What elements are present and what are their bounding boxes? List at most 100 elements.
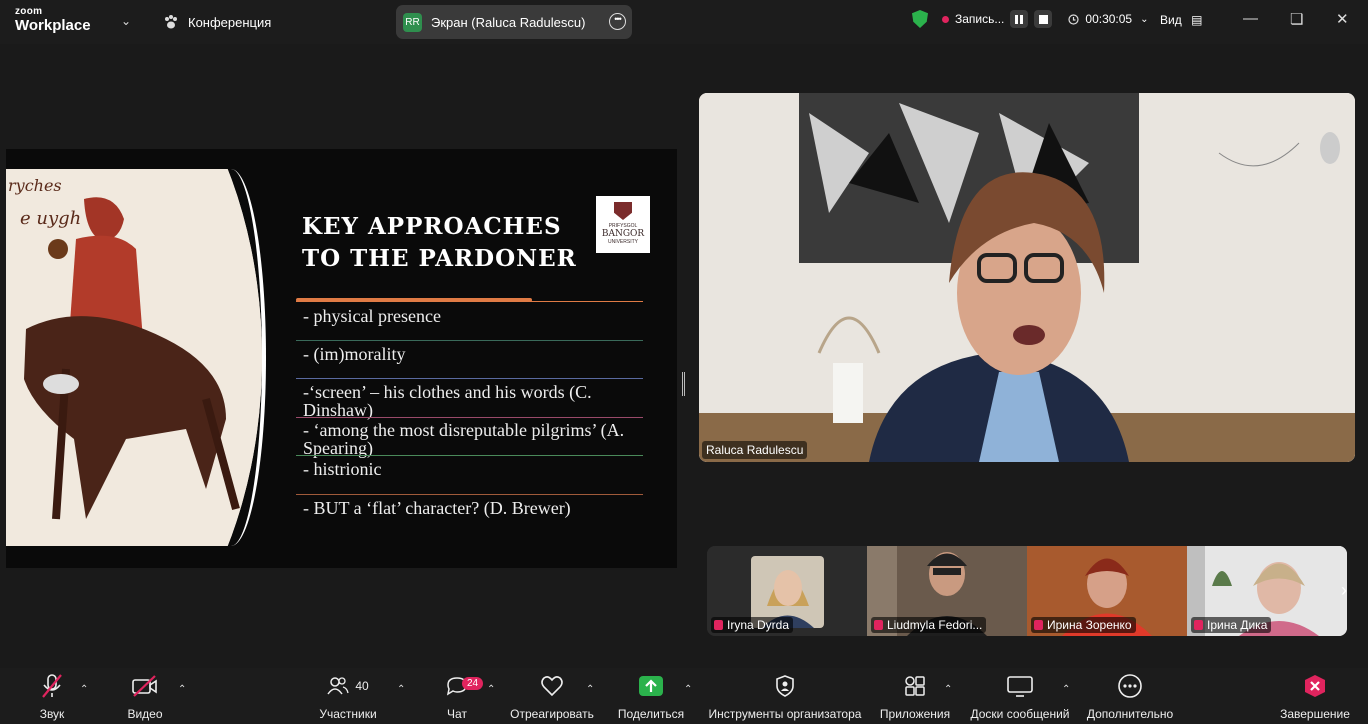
recording-dot-icon: [942, 15, 949, 23]
more-dots-icon: [1118, 674, 1142, 698]
close-icon[interactable]: ✕: [1336, 10, 1349, 28]
chat-options-chevron-icon[interactable]: ⌃: [487, 684, 495, 695]
active-speaker-video[interactable]: Raluca Radulescu: [699, 93, 1355, 462]
participants-label: Участники: [319, 707, 377, 721]
paw-icon: [165, 15, 177, 29]
participants-icon: [327, 677, 349, 695]
recording-label: Запись...: [955, 12, 1005, 26]
title-bar: zoom Workplace ⌄ Конференция RR Экран (R…: [0, 0, 1368, 44]
logo-text-2: BANGOR: [601, 229, 645, 239]
participants-options-chevron-icon[interactable]: ⌃: [397, 684, 405, 695]
react-options-chevron-icon[interactable]: ⌃: [586, 684, 594, 695]
svg-text:ryches: ryches: [8, 176, 62, 195]
minimize-icon[interactable]: —: [1243, 10, 1258, 27]
meeting-info-button[interactable]: Конференция: [163, 14, 271, 30]
host-tools-label: Инструменты организатора: [708, 707, 862, 721]
share-options-chevron-icon[interactable]: ⌃: [684, 684, 692, 695]
participant-tile[interactable]: Iryna Dyrda: [707, 546, 867, 636]
screen-share-pill[interactable]: RR Экран (Raluca Radulescu) •••: [396, 5, 632, 39]
participant-name-tag: Iryna Dyrda: [711, 617, 794, 633]
heart-icon: [541, 676, 563, 697]
more-label: Дополнительно: [1086, 707, 1174, 721]
audio-options-chevron-icon[interactable]: ⌃: [80, 684, 88, 695]
video-button[interactable]: Видео: [125, 668, 165, 724]
encryption-shield-icon[interactable]: [912, 10, 928, 28]
video-off-icon: [132, 675, 157, 697]
restore-icon[interactable]: ❏: [1290, 10, 1303, 28]
svg-text:e uygh: e uygh: [20, 208, 81, 229]
apps-button[interactable]: Приложения: [880, 668, 950, 724]
participant-tile[interactable]: Ірина Дика: [1187, 546, 1347, 636]
zoom-logo-bottom: Workplace: [15, 17, 91, 34]
bullet-item: -‘screen’ – his clothes and his words (C…: [303, 382, 592, 420]
zoom-logo: zoom Workplace: [15, 7, 91, 34]
stop-icon: [1038, 14, 1048, 24]
muted-mic-icon: [1194, 620, 1203, 630]
bullet-item: - ‘among the most disreputable pilgrims’…: [303, 420, 625, 458]
end-meeting-label: Завершение: [1280, 707, 1350, 721]
chat-label: Чат: [447, 707, 467, 721]
chat-unread-badge: 24: [462, 677, 484, 690]
participant-name-tag: Ирина Зоренко: [1031, 617, 1136, 633]
view-label: Вид: [1160, 13, 1182, 27]
screen-share-label: Экран (Raluca Radulescu): [431, 14, 586, 30]
react-button[interactable]: Отреагировать: [510, 668, 594, 724]
participants-button[interactable]: 40 Участники: [318, 668, 378, 724]
whiteboards-options-chevron-icon[interactable]: ⌃: [1062, 684, 1070, 695]
share-options-icon[interactable]: •••: [609, 13, 626, 30]
logo-text-3: UNIVERSITY: [607, 239, 638, 245]
participant-name: Ирина Зоренко: [1047, 618, 1132, 632]
bullet-item: - (im)morality: [303, 344, 406, 364]
chat-button[interactable]: 24 Чат: [437, 668, 484, 724]
speaker-name: Raluca Radulescu: [702, 441, 808, 459]
participant-name-tag: Ірина Дика: [1191, 617, 1272, 633]
participant-tile[interactable]: Ирина Зоренко: [1027, 546, 1187, 636]
shared-screen-slide: ryches e uygh KEY APPROACHES TO THE PARD…: [6, 149, 677, 568]
more-button[interactable]: Дополнительно: [1087, 668, 1173, 724]
participant-name: Iryna Dyrda: [727, 618, 790, 632]
apps-options-chevron-icon[interactable]: ⌃: [944, 684, 952, 695]
view-grid-icon: ▤: [1191, 13, 1203, 27]
pause-recording-button[interactable]: [1010, 10, 1029, 28]
slide-decorative-arc: [196, 169, 266, 546]
timer-chevron-icon[interactable]: ⌄: [1140, 14, 1148, 25]
bangor-crest-icon: [614, 202, 632, 220]
view-button[interactable]: Вид ▤: [1160, 13, 1202, 27]
audio-label: Звук: [39, 707, 65, 721]
whiteboard-icon: [1007, 676, 1033, 697]
participant-strip: Iryna Dyrda Liudmyla Fedori... Ирина Зор…: [707, 546, 1347, 636]
bullet-separator: [296, 417, 643, 418]
meeting-toolbar: Звук ⌃ Видео ⌃ 40 Участники ⌃ 24 Чат ⌃ О…: [0, 668, 1368, 724]
participant-name: Ірина Дика: [1207, 618, 1268, 632]
share-arrow-icon: [639, 676, 663, 696]
muted-mic-icon: [714, 620, 723, 630]
bullet-item: - histrionic: [303, 459, 382, 479]
share-label: Поделиться: [617, 707, 685, 721]
bullet-separator: [296, 494, 643, 495]
audio-button[interactable]: Звук: [32, 668, 72, 724]
participant-name-tag: Liudmyla Fedori...: [871, 617, 987, 633]
whiteboards-button[interactable]: Доски сообщений: [970, 668, 1070, 724]
muted-mic-icon: [42, 674, 62, 698]
split-view-resize-handle[interactable]: [682, 372, 685, 396]
next-page-chevron-icon[interactable]: ›: [1341, 580, 1347, 601]
host-shield-icon: [776, 675, 794, 697]
speaker-video-frame: [699, 93, 1355, 462]
whiteboards-label: Доски сообщений: [970, 707, 1070, 721]
participants-count: 40: [355, 679, 369, 693]
apps-icon: [905, 676, 925, 696]
bullet-separator: [296, 455, 643, 456]
end-meeting-button[interactable]: Завершение: [1280, 668, 1350, 724]
clock-icon: [1068, 13, 1079, 25]
end-meeting-icon: [1305, 675, 1325, 697]
app-menu-chevron-icon[interactable]: ⌄: [121, 14, 131, 28]
bullet-item: - physical presence: [303, 306, 441, 326]
stop-recording-button[interactable]: [1034, 10, 1053, 28]
participant-tile[interactable]: Liudmyla Fedori...: [867, 546, 1027, 636]
share-button[interactable]: Поделиться: [617, 668, 685, 724]
video-options-chevron-icon[interactable]: ⌃: [178, 684, 186, 695]
apps-label: Приложения: [879, 707, 951, 721]
host-tools-button[interactable]: Инструменты организатора: [709, 668, 861, 724]
react-label: Отреагировать: [510, 707, 594, 721]
bullet-separator: [296, 340, 643, 341]
